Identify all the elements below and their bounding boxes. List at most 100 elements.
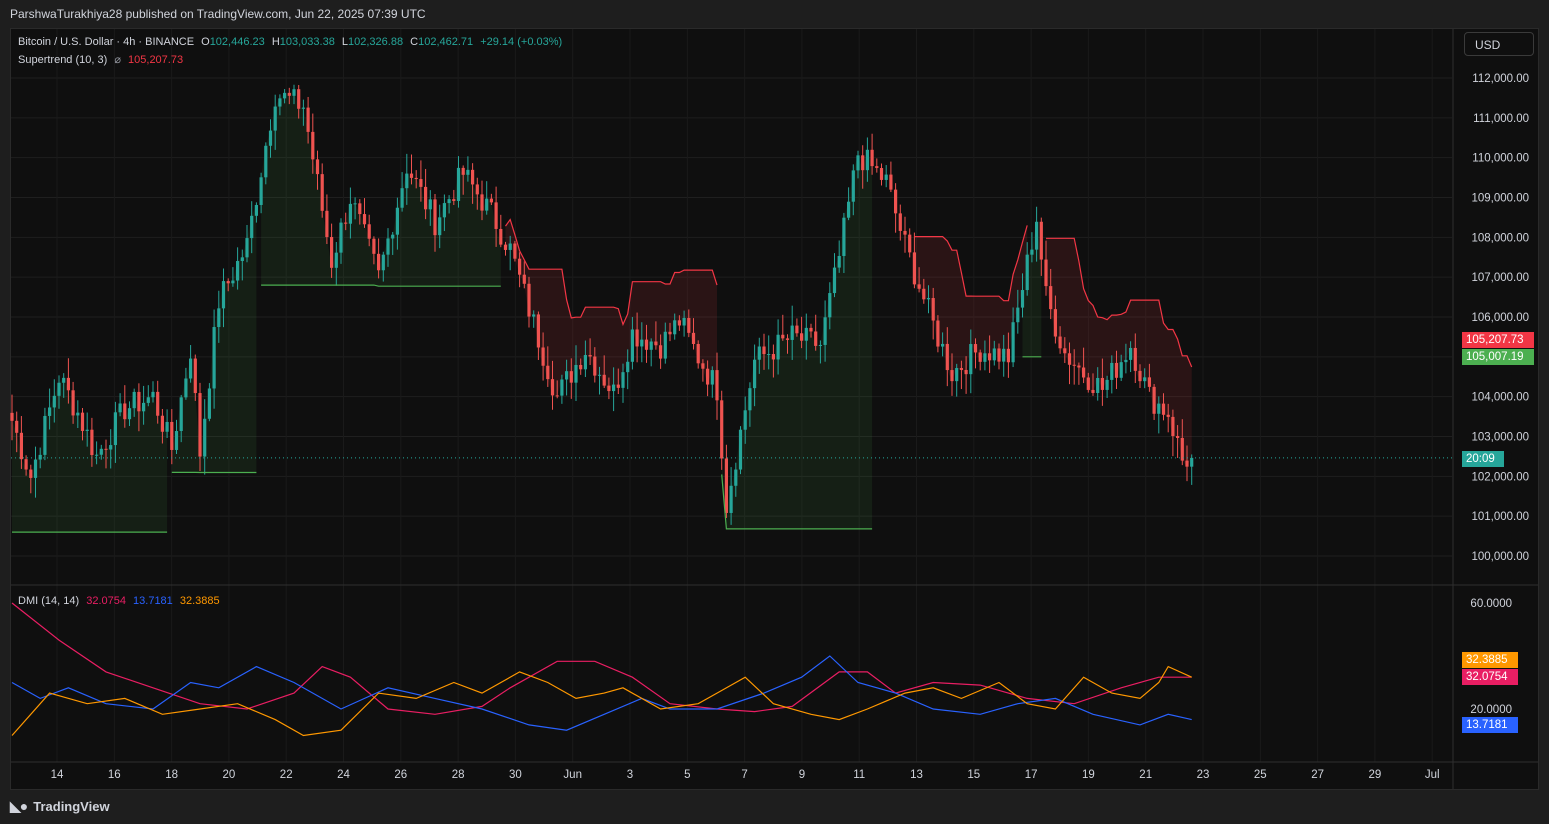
candle-body — [301, 107, 305, 109]
candle-body — [38, 454, 42, 460]
candle-body — [207, 388, 211, 419]
candle-body — [513, 243, 517, 259]
candle-body — [508, 243, 512, 250]
candle-body — [734, 469, 738, 486]
time-tick-label: 27 — [1311, 769, 1324, 781]
candle-body — [156, 391, 160, 416]
time-tick-label: 20 — [223, 769, 236, 781]
symbol-name: Bitcoin / U.S. Dollar · 4h · BINANCE — [18, 36, 195, 48]
candle-body — [710, 370, 714, 385]
candle-body — [818, 344, 822, 346]
price-tick-label: 109,000.00 — [1471, 193, 1529, 205]
supertrend-value: 105,207.73 — [128, 54, 184, 66]
candle-body — [109, 445, 113, 450]
candle-body — [62, 377, 66, 383]
candle-body — [1190, 457, 1194, 467]
candle-body — [720, 400, 724, 459]
candle-body — [113, 412, 117, 446]
candle-body — [574, 364, 578, 383]
candle-body — [132, 391, 136, 409]
candle-body — [851, 170, 855, 202]
candle-body — [555, 395, 559, 397]
supertrend-red-tag: 105,207.73 — [1462, 332, 1534, 348]
candle-body — [1053, 309, 1057, 337]
candle-body — [358, 203, 362, 215]
currency-button[interactable]: USD — [1464, 32, 1534, 56]
time-tick-label: 13 — [910, 769, 923, 781]
candle-body — [10, 412, 14, 421]
candle-body — [757, 346, 761, 360]
time-tick-label: 9 — [799, 769, 805, 781]
candle-body — [485, 198, 489, 211]
candle-body — [1114, 362, 1119, 378]
candle-body — [621, 372, 625, 388]
candle-body — [922, 288, 926, 300]
candle-body — [212, 327, 216, 389]
candle-body — [315, 159, 320, 175]
visibility-icon[interactable]: ⌀ — [114, 54, 121, 66]
supertrend-down-area — [1046, 238, 1192, 467]
candle-body — [33, 459, 38, 478]
candle-body — [673, 320, 677, 335]
candle-body — [438, 217, 442, 236]
candle-body — [151, 391, 155, 398]
candle-body — [245, 238, 249, 258]
candle-body — [898, 213, 902, 231]
candle-body — [800, 333, 804, 341]
candle-body — [391, 234, 395, 239]
time-tick-label: 23 — [1197, 769, 1210, 781]
candle-body — [842, 217, 846, 256]
candle-body — [146, 397, 150, 403]
footer — [0, 792, 1549, 824]
candle-body — [753, 359, 757, 389]
candle-body — [76, 412, 80, 416]
candle-body — [433, 199, 437, 236]
candle-body — [344, 222, 348, 224]
candle-body — [447, 199, 451, 204]
candle-body — [677, 320, 681, 326]
price-tick-label: 110,000.00 — [1472, 153, 1529, 165]
candle-body — [395, 207, 399, 235]
time-tick-label: 29 — [1369, 769, 1382, 781]
candle-body — [865, 149, 869, 171]
candle-body — [189, 358, 193, 379]
time-tick-label: 26 — [394, 769, 407, 781]
candle-body — [809, 327, 813, 332]
candle-body — [870, 149, 874, 167]
tradingview-logo[interactable]: ◣● TradingView — [10, 798, 110, 815]
candle-body — [367, 224, 371, 239]
candle-body — [66, 377, 70, 391]
candle-body — [386, 238, 390, 255]
candle-body — [1138, 370, 1142, 382]
candle-body — [814, 331, 818, 346]
candle-body — [879, 168, 884, 180]
candle-body — [588, 355, 592, 357]
candle-body — [292, 89, 296, 96]
candle-body — [969, 344, 973, 375]
candle-body — [804, 327, 808, 341]
candle-body — [99, 448, 103, 455]
candle-body — [541, 347, 545, 366]
candle-body — [1105, 379, 1109, 390]
candle-body — [123, 403, 127, 420]
time-tick-label: Jun — [563, 769, 582, 781]
candle-body — [912, 252, 916, 285]
candle-body — [372, 238, 376, 254]
candle-body — [565, 371, 569, 380]
candle-body — [339, 222, 343, 253]
time-tick-label: 19 — [1082, 769, 1095, 781]
time-tick-label: 17 — [1025, 769, 1038, 781]
candle-body — [90, 429, 94, 455]
chart-canvas[interactable]: 112,000.00 111,000.00 110,000.00 109,000.00… — [0, 0, 1549, 824]
candle-body — [602, 374, 606, 386]
candle-body — [583, 355, 587, 370]
candle-body — [1157, 403, 1161, 414]
candle-body — [832, 267, 837, 294]
candle-body — [250, 215, 254, 239]
dmi-tick-label: 20.0000 — [1470, 704, 1512, 716]
tradingview-logo-icon: ◣● — [10, 798, 28, 814]
candle-body — [959, 368, 963, 370]
candle-body — [691, 332, 696, 344]
candle-body — [1082, 367, 1086, 378]
candle-body — [466, 169, 470, 175]
